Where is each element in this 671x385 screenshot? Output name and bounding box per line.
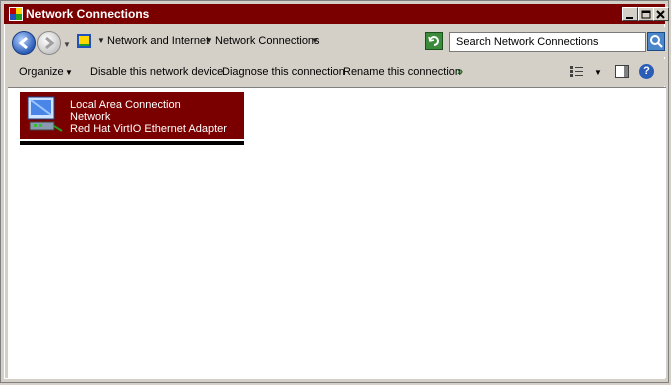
breadcrumb-network-and-internet[interactable]: Network and Internet [107,35,209,47]
search-placeholder: Search Network Connections [456,36,599,48]
breadcrumb-separator-icon[interactable]: ▼ [311,36,319,45]
maximize-button[interactable] [638,7,654,21]
close-icon [656,10,665,19]
connection-network: Network [70,111,111,123]
control-panel-icon [77,34,91,48]
preview-pane-icon[interactable] [615,65,629,78]
rename-connection-button[interactable]: Rename this connection [343,66,461,78]
organize-button[interactable]: Organize [19,66,64,78]
breadcrumb-network-connections[interactable]: Network Connections [215,35,320,47]
network-adapter-icon [27,96,63,132]
window-frame: Network Connections ▼ ▼ Network and Inte… [0,0,669,383]
search-button[interactable] [647,32,665,51]
organize-dropdown-icon[interactable]: ▼ [65,68,73,77]
connections-list: Local Area Connection Network Red Hat Vi… [8,87,666,378]
connection-item-local-area-connection[interactable]: Local Area Connection Network Red Hat Vi… [20,92,244,139]
close-button[interactable] [653,7,669,21]
help-icon[interactable]: ? [639,64,654,79]
recent-pages-dropdown-icon[interactable]: ▼ [63,40,71,49]
network-connections-icon [9,7,23,21]
search-input[interactable]: Search Network Connections [449,32,646,52]
change-view-icon[interactable] [570,66,583,78]
breadcrumb-separator-icon[interactable]: ▼ [205,36,213,45]
maximize-icon [641,10,651,19]
breadcrumb-separator-icon[interactable]: ▼ [97,36,105,45]
diagnose-connection-button[interactable]: Diagnose this connection [222,66,345,78]
forward-arrow-icon [45,36,55,50]
disable-network-device-button[interactable]: Disable this network device [90,66,223,78]
connection-adapter: Red Hat VirtIO Ethernet Adapter [70,123,227,135]
selection-focus-bar [20,141,244,145]
window-title: Network Connections [26,7,150,21]
minimize-button[interactable] [622,7,638,21]
back-arrow-icon [18,36,28,50]
connection-name: Local Area Connection [70,99,181,111]
minimize-icon [626,17,633,19]
address-field[interactable]: ▼ Network and Internet ▼ Network Connect… [75,32,482,52]
forward-button[interactable] [37,31,61,55]
address-bar: ▼ ▼ Network and Internet ▼ Network Conne… [5,27,666,57]
refresh-icon [428,36,439,46]
command-bar: Organize ▼ Disable this network device D… [5,59,666,86]
back-button[interactable] [12,31,36,55]
refresh-button[interactable] [425,32,443,50]
search-icon [650,35,663,48]
view-options-dropdown-icon[interactable]: ▼ [594,68,602,77]
title-bar[interactable]: Network Connections [4,4,669,24]
more-commands-button[interactable]: » [457,66,463,78]
